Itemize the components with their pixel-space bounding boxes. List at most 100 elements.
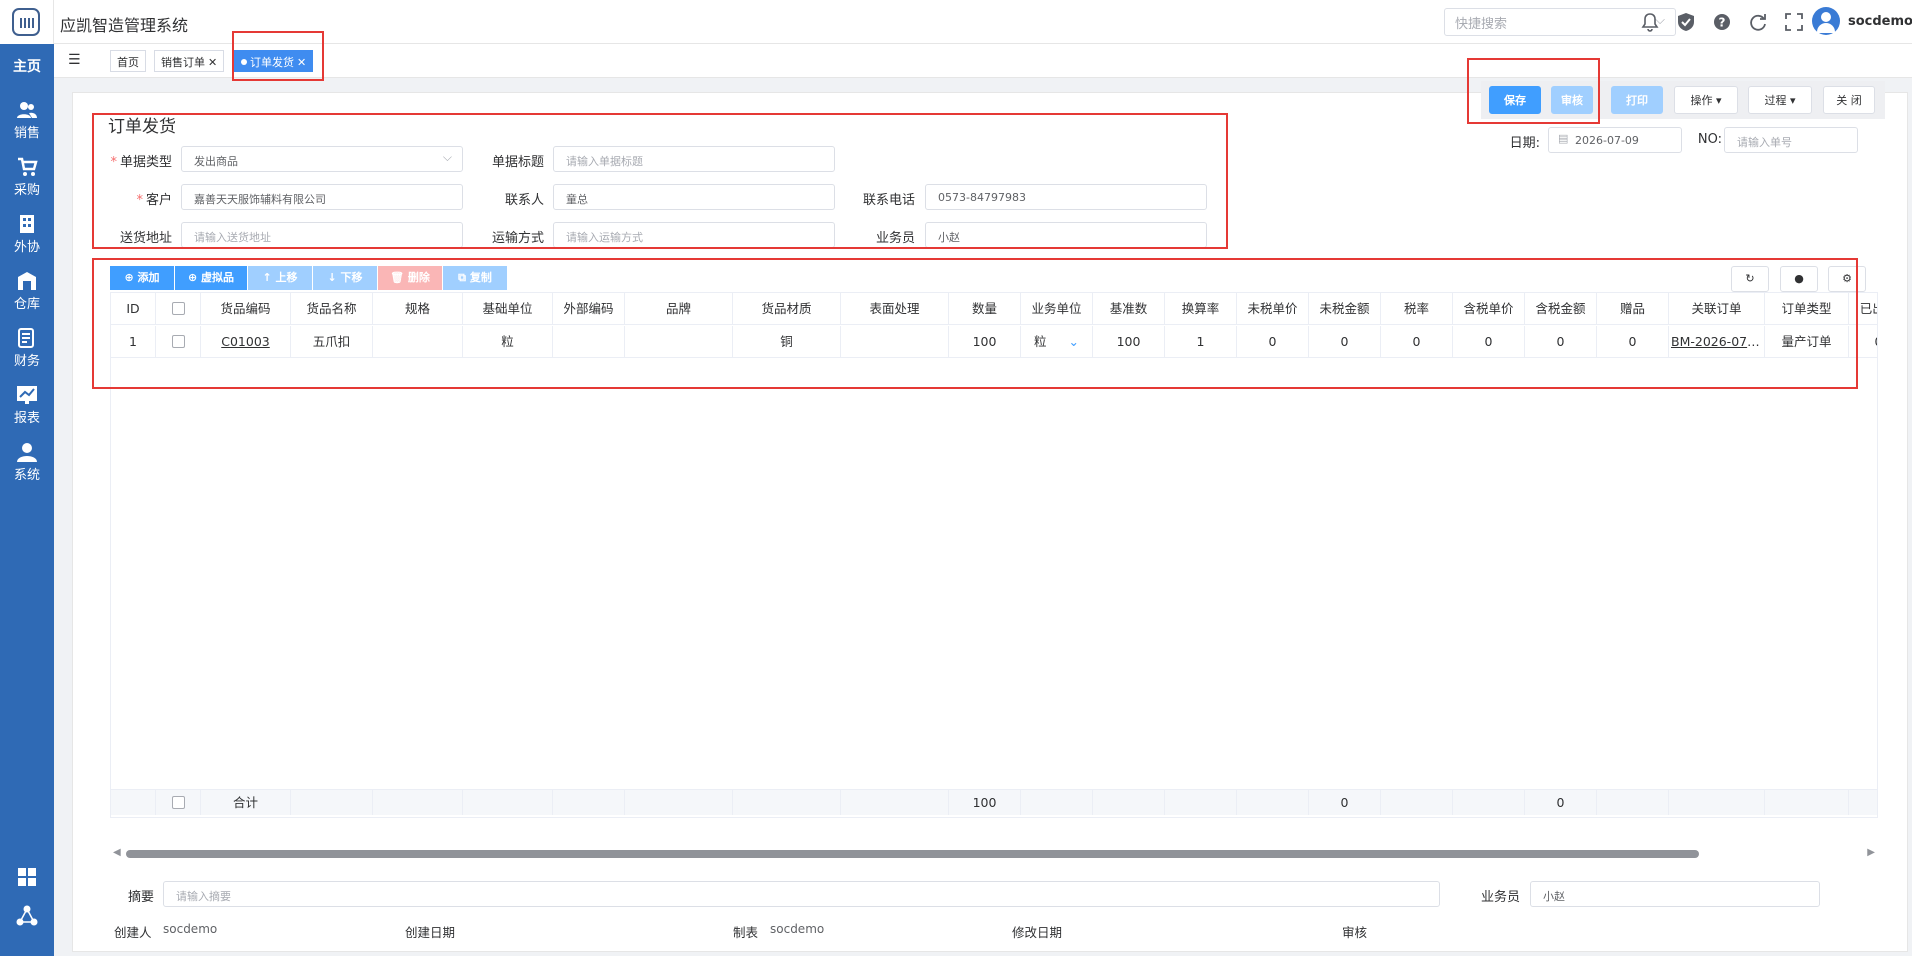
- col-header-external-code: 外部编码: [553, 293, 625, 324]
- sidebar-item-home[interactable]: 主页: [0, 56, 54, 76]
- add-row-button[interactable]: ⊕ 添加: [110, 266, 174, 290]
- sidebar-item-warehouse[interactable]: 仓库: [0, 271, 54, 312]
- virtual-item-button[interactable]: ⊕ 虚拟品: [175, 266, 247, 290]
- add-label: 添加: [137, 271, 160, 284]
- move-down-button[interactable]: ↓ 下移: [313, 266, 377, 290]
- shield-icon[interactable]: [1676, 12, 1696, 32]
- table-row[interactable]: 1C01003五爪扣粒铜100粒⌄1001000000BM-2026-07-09…: [111, 326, 1877, 358]
- operate-dropdown[interactable]: 操作 ▾: [1674, 86, 1738, 114]
- salesman-label: 业务员: [875, 231, 915, 246]
- tab-sales-order[interactable]: 销售订单 ✕: [154, 50, 225, 72]
- tab-order-shipment[interactable]: 订单发货 ✕: [234, 50, 314, 72]
- summary-input[interactable]: 请输入摘要: [163, 881, 1440, 907]
- sidebar-item-purchase[interactable]: 采购: [0, 157, 54, 198]
- cell-price-inc-tax[interactable]: 0: [1453, 326, 1525, 357]
- chevron-down-icon[interactable]: ⌄: [1069, 334, 1079, 349]
- doc-type-select[interactable]: 发出商品 ⌵: [181, 146, 463, 172]
- row-checkbox[interactable]: [171, 335, 185, 348]
- cell-base-qty[interactable]: 100: [1093, 326, 1165, 357]
- date-field[interactable]: ▤ 2026-07-09: [1548, 127, 1682, 153]
- sidebar-item-label: 外协: [13, 240, 40, 255]
- address-input[interactable]: 请输入送货地址: [181, 222, 463, 248]
- process-label: 过程: [1764, 94, 1787, 107]
- doc-title-input[interactable]: 请输入单据标题: [553, 146, 835, 172]
- network-icon[interactable]: [0, 905, 54, 930]
- username[interactable]: socdemo: [1848, 14, 1912, 29]
- cell-amount-ex-tax[interactable]: 0: [1309, 326, 1381, 357]
- save-button[interactable]: 保存: [1489, 86, 1541, 114]
- creator-label: 创建人: [114, 925, 152, 940]
- sidebar-item-outsource[interactable]: 外协: [0, 214, 54, 255]
- audit-button[interactable]: 审核: [1551, 86, 1593, 114]
- grid-menu-icon[interactable]: [0, 868, 54, 889]
- sidebar-item-system[interactable]: 系统: [0, 442, 54, 483]
- footer-cell-material: [733, 790, 841, 815]
- help-icon[interactable]: ?: [1712, 12, 1732, 32]
- scroll-thumb[interactable]: [126, 850, 1699, 858]
- scroll-left-icon[interactable]: ◀: [113, 847, 121, 858]
- move-up-button[interactable]: ↑ 上移: [248, 266, 312, 290]
- refresh-icon[interactable]: [1748, 12, 1768, 32]
- sidebar-item-sales[interactable]: 销售: [0, 100, 54, 141]
- customer-input[interactable]: 嘉善天天服饰辅料有限公司: [181, 184, 463, 210]
- cell-rate[interactable]: 1: [1165, 326, 1237, 357]
- sidebar-item-report[interactable]: 报表: [0, 385, 54, 426]
- bottom-salesman-input[interactable]: 小赵: [1530, 881, 1820, 907]
- col-header-select[interactable]: [156, 293, 201, 324]
- horizontal-scrollbar[interactable]: ◀ ▶: [110, 847, 1878, 860]
- tab-home[interactable]: 首页: [110, 50, 146, 72]
- cell-base-unit[interactable]: 粒: [463, 326, 553, 357]
- fullscreen-icon[interactable]: [1784, 12, 1804, 32]
- barcode-logo-icon: [12, 8, 40, 36]
- cell-external-code[interactable]: [553, 326, 625, 357]
- warehouse-icon: [18, 272, 36, 290]
- phone-input[interactable]: 0573-84797983: [925, 184, 1207, 210]
- cell-material[interactable]: 铜: [733, 326, 841, 357]
- sidebar-item-label: 系统: [13, 468, 40, 483]
- col-header-code: 货品编码: [201, 293, 291, 324]
- cell-surface[interactable]: [841, 326, 949, 357]
- shipping-input[interactable]: 请输入运输方式: [553, 222, 835, 248]
- no-label: NO:: [1697, 132, 1722, 147]
- cell-order-type[interactable]: 量产订单: [1765, 326, 1849, 357]
- row-checkbox[interactable]: [171, 302, 185, 315]
- cell-shipped[interactable]: 0: [1849, 326, 1877, 357]
- tab-label: 首页: [117, 56, 139, 69]
- shipping-label: 运输方式: [491, 231, 544, 246]
- cell-name[interactable]: 五爪扣: [291, 326, 373, 357]
- copy-row-button[interactable]: ⧉ 复制: [443, 266, 507, 290]
- sidebar-item-finance[interactable]: 财务: [0, 328, 54, 369]
- cell-id[interactable]: 1: [111, 326, 156, 357]
- delete-row-button[interactable]: 🗑 删除: [378, 266, 442, 290]
- cell-related-order[interactable]: BM-2026-07-09-001: [1669, 326, 1765, 357]
- avatar[interactable]: [1812, 7, 1840, 35]
- cell-gift[interactable]: 0: [1597, 326, 1669, 357]
- process-dropdown[interactable]: 过程 ▾: [1748, 86, 1812, 114]
- salesman-input[interactable]: 小赵: [925, 222, 1207, 248]
- close-icon[interactable]: ✕: [208, 56, 217, 69]
- cell-biz-unit[interactable]: 粒 ⌄: [1021, 326, 1093, 357]
- row-checkbox[interactable]: [171, 796, 185, 809]
- cell-select[interactable]: [156, 326, 201, 357]
- close-button[interactable]: 关 闭: [1823, 86, 1875, 114]
- cell-code[interactable]: C01003: [201, 326, 291, 357]
- cell-brand[interactable]: [625, 326, 733, 357]
- cell-qty[interactable]: 100: [949, 326, 1021, 357]
- cell-spec[interactable]: [373, 326, 463, 357]
- cell-price-ex-tax[interactable]: 0: [1237, 326, 1309, 357]
- footer-cell-amount-inc-tax: 0: [1525, 790, 1597, 815]
- cell-tax-rate[interactable]: 0: [1381, 326, 1453, 357]
- bell-icon[interactable]: [1640, 12, 1660, 32]
- doc-number-field[interactable]: 请输入单号: [1724, 127, 1858, 153]
- close-icon[interactable]: ✕: [297, 56, 306, 69]
- refresh-grid-icon[interactable]: ↻: [1731, 266, 1769, 292]
- cell-amount-inc-tax[interactable]: 0: [1525, 326, 1597, 357]
- contact-input[interactable]: 童总: [553, 184, 835, 210]
- scroll-right-icon[interactable]: ▶: [1867, 847, 1875, 858]
- footer-cell-rate: [1165, 790, 1237, 815]
- menu-toggle-icon[interactable]: ☰: [68, 52, 81, 68]
- settings-gear-icon[interactable]: ⚙: [1828, 266, 1866, 292]
- info-icon[interactable]: ●: [1780, 266, 1818, 292]
- print-button[interactable]: 打印: [1611, 86, 1663, 114]
- footer-cell-amount-ex-tax: 0: [1309, 790, 1381, 815]
